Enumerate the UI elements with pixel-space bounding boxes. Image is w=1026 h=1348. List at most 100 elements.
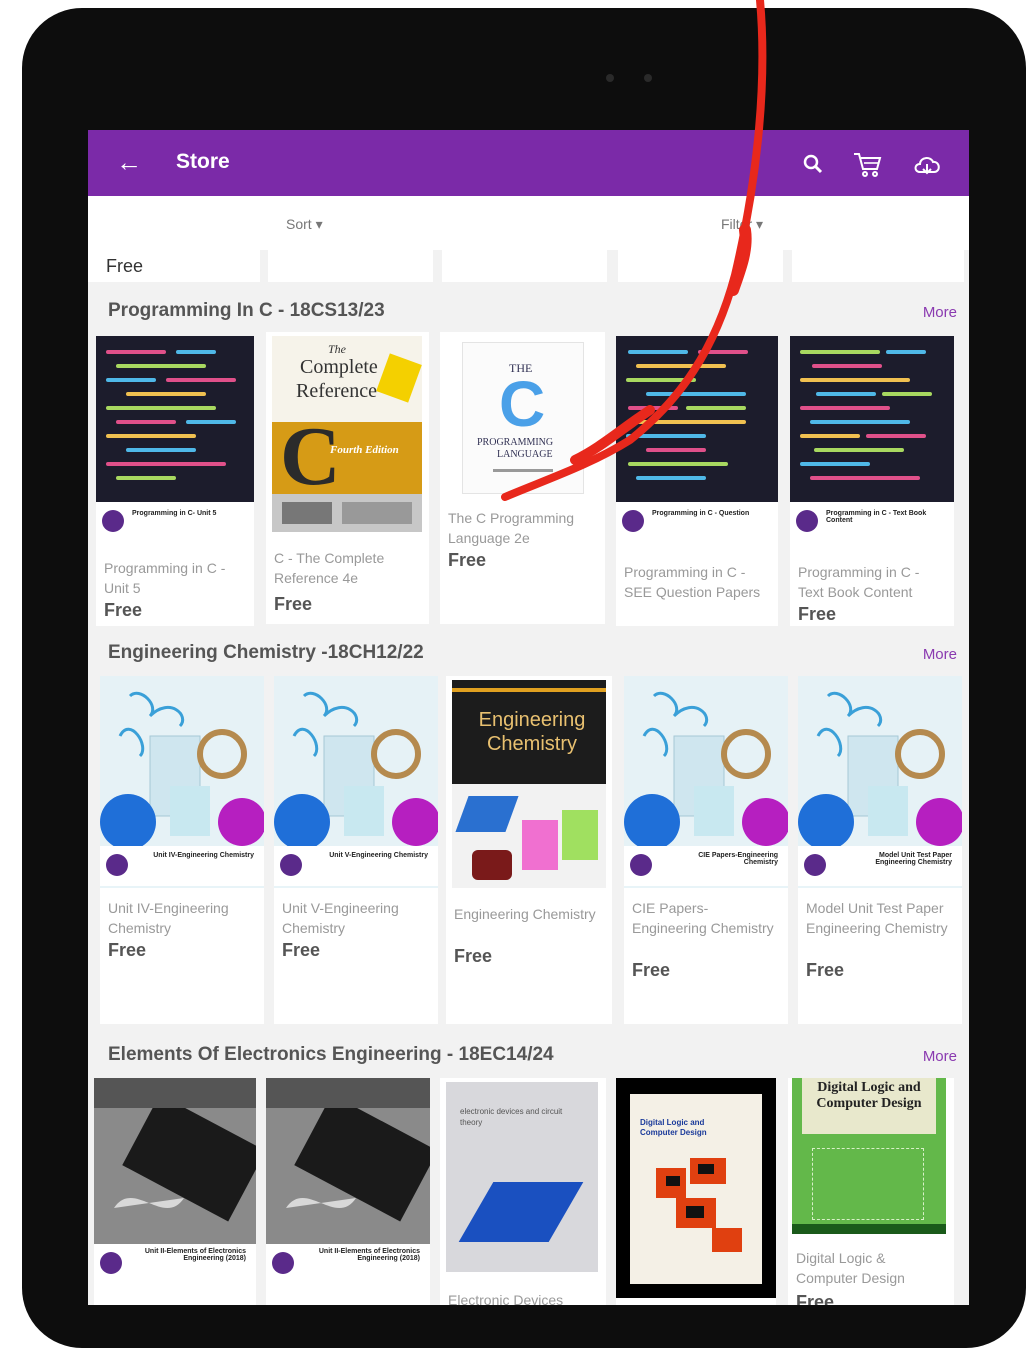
book-cover: THE C PROGRAMMING LANGUAGE [462, 342, 584, 494]
book-card[interactable]: electronic devices and circuit theory El… [440, 1078, 606, 1305]
chip-illustration [94, 1078, 256, 1244]
book-title: Unit V-Engineering Chemistry [282, 900, 399, 936]
book-price: Free [448, 550, 487, 570]
book-price: Free [104, 600, 143, 620]
book-card[interactable]: Programming in C- Unit 5 Programming in … [96, 336, 254, 626]
book-card[interactable]: Engineering Chemistry Engineering Chemis… [446, 676, 612, 1024]
chip-illustration [266, 1078, 430, 1244]
book-title: C - The Complete Reference 4e [274, 550, 385, 586]
book-price: Free [796, 1292, 835, 1305]
sensor-dot [644, 74, 652, 82]
book-title: Engineering Chemistry [454, 906, 596, 922]
chem-illustration [798, 676, 962, 850]
college-logo-icon [630, 854, 652, 876]
book-title: Programming in C - Unit 5 [104, 560, 226, 596]
section-title: Programming In C - 18CS13/23 [108, 300, 385, 321]
college-logo-icon [100, 1252, 122, 1274]
college-logo-icon [102, 510, 124, 532]
book-title: Electronic Devices [448, 1292, 564, 1305]
book-card[interactable]: Programming in C - Question Programming … [616, 336, 778, 626]
cover-text: Engineering Chemistry [478, 709, 586, 755]
publisher-strip: Unit II-Elements of Electronics Engineer… [266, 1244, 430, 1284]
book-price: Free [454, 946, 493, 966]
book-title: Programming in C - Text Book Content [798, 564, 920, 600]
prev-card[interactable] [618, 248, 783, 282]
strip-label: Programming in C - Text Book Content [826, 510, 927, 524]
strip-label: Unit V-Engineering Chemistry [329, 852, 428, 859]
book-card[interactable]: THE C PROGRAMMING LANGUAGE The C Program… [440, 332, 605, 624]
book-card[interactable]: Unit II-Elements of Electronics Engineer… [266, 1078, 430, 1305]
book-card[interactable]: Model Unit Test Paper Engineering Chemis… [798, 676, 962, 1024]
more-link[interactable]: More [923, 304, 957, 321]
previous-row-tail: Free [88, 248, 969, 286]
filter-button[interactable]: Filter ▾ [721, 216, 763, 233]
book-card[interactable]: Programming in C - Text Book Content Pro… [790, 336, 954, 626]
book-price: Free [108, 940, 147, 960]
cover-text: electronic devices and circuit theory [460, 1107, 563, 1127]
strip-label: Unit II-Elements of Electronics Engineer… [144, 1248, 246, 1262]
cover-text: Digital Logic and Computer Design [816, 1080, 922, 1111]
cover-text: The [328, 342, 346, 356]
back-arrow-icon[interactable]: ← [116, 148, 142, 176]
book-card[interactable]: Unit II-Elements of Electronics Engineer… [94, 1078, 256, 1305]
book-title: CIE Papers-Engineering Chemistry [632, 900, 774, 936]
book-price: Free [282, 940, 321, 960]
book-price: Free [274, 594, 313, 614]
prev-card[interactable]: Free [88, 248, 260, 282]
section-elements-of-electronics: Elements Of Electronics Engineering - 18… [88, 1032, 969, 1305]
more-link[interactable]: More [923, 1048, 957, 1065]
cover-text: Fourth Edition [330, 444, 399, 456]
page-title: Store [176, 150, 230, 173]
strip-label: CIE Papers-Engineering Chemistry [698, 852, 778, 866]
prev-card[interactable] [268, 248, 433, 282]
strip-label: Model Unit Test Paper Engineering Chemis… [875, 852, 952, 866]
cover-text: LANGUAGE [497, 449, 553, 460]
book-cover: Digital Logic and Computer Design [616, 1078, 776, 1298]
cover-text: Complete [300, 356, 378, 378]
strip-label: Programming in C - Question [652, 510, 750, 517]
search-icon[interactable] [796, 147, 830, 181]
more-link[interactable]: More [923, 646, 957, 663]
book-cover: Unit IV-Engineering Chemistry [100, 676, 264, 888]
college-logo-icon [106, 854, 128, 876]
college-logo-icon [272, 1252, 294, 1274]
book-card[interactable]: The Complete Reference C Fourth Edition … [266, 332, 429, 624]
cover-letter: C [499, 368, 546, 440]
chem-illustration [100, 676, 264, 850]
book-cover: Programming in C - Question [616, 336, 778, 542]
strip-label: Unit II-Elements of Electronics Engineer… [318, 1248, 420, 1262]
app-screen: ← Store Sort ▾ Filter ▾ Free Programming… [88, 130, 969, 1305]
book-card[interactable]: Digital Logic and Computer Design Digita… [788, 1078, 954, 1305]
book-card[interactable]: Digital Logic and Computer Design [616, 1078, 776, 1305]
publisher-strip: Programming in C - Question [616, 502, 778, 542]
prev-card[interactable] [792, 248, 964, 282]
prev-card-price: Free [106, 256, 144, 276]
prev-card[interactable] [442, 248, 607, 282]
book-cover: Unit II-Elements of Electronics Engineer… [266, 1078, 430, 1284]
book-title: Digital Logic & Computer Design [796, 1250, 905, 1286]
publisher-strip: Unit IV-Engineering Chemistry [100, 846, 264, 886]
section-engineering-chemistry: Engineering Chemistry -18CH12/22 More Un… [88, 630, 969, 1030]
book-card[interactable]: Unit V-Engineering Chemistry Unit V-Engi… [274, 676, 438, 1024]
cover-text: Reference [296, 380, 378, 402]
section-programming-in-c: Programming In C - 18CS13/23 More Progra… [88, 288, 969, 628]
college-logo-icon [796, 510, 818, 532]
book-cover: The Complete Reference C Fourth Edition [272, 336, 422, 532]
cover-text: PROGRAMMING [477, 437, 554, 448]
book-cover: Model Unit Test Paper Engineering Chemis… [798, 676, 962, 888]
book-card[interactable]: CIE Papers-Engineering Chemistry CIE Pap… [624, 676, 788, 1024]
publisher-strip: Programming in C - Text Book Content [790, 502, 954, 542]
book-card[interactable]: Unit IV-Engineering Chemistry Unit IV-En… [100, 676, 264, 1024]
publisher-strip: Unit II-Elements of Electronics Engineer… [94, 1244, 256, 1284]
book-cover: Unit II-Elements of Electronics Engineer… [94, 1078, 256, 1284]
cart-icon[interactable] [850, 147, 884, 181]
publisher-strip: CIE Papers-Engineering Chemistry [624, 846, 788, 886]
college-logo-icon [280, 854, 302, 876]
book-title: Unit IV-Engineering Chemistry [108, 900, 229, 936]
cover-letter: C [280, 410, 341, 503]
book-cover: Programming in C- Unit 5 [96, 336, 254, 542]
cloud-download-icon[interactable] [910, 147, 944, 181]
sort-button[interactable]: Sort ▾ [286, 216, 323, 233]
book-title: Model Unit Test Paper Engineering Chemis… [806, 900, 948, 936]
book-cover: Programming in C - Text Book Content [790, 336, 954, 542]
